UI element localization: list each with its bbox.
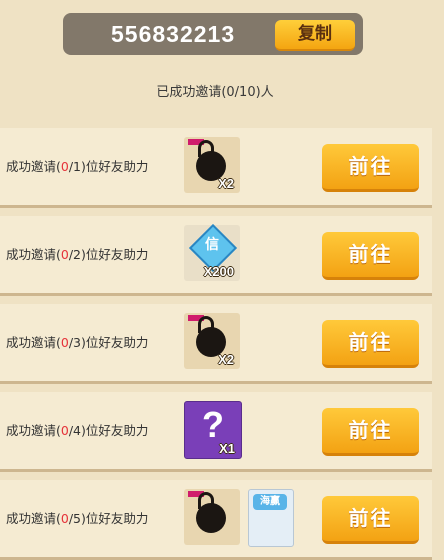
bomb-icon: X2 bbox=[184, 137, 240, 193]
row-label: 成功邀请(0/1)位好友助力 bbox=[6, 159, 149, 174]
reward-row: 成功邀请(0/3)位好友助力 X2 前往 bbox=[0, 304, 432, 384]
hero-card-icon: 海赢 bbox=[248, 489, 294, 547]
reward-row: 成功邀请(0/2)位好友助力 信 X200 前往 bbox=[0, 216, 432, 296]
item-quantity: X1 bbox=[219, 441, 235, 456]
row-label: 成功邀请(0/5)位好友助力 bbox=[6, 511, 149, 526]
hero-tag: 海赢 bbox=[253, 494, 287, 510]
bomb-icon bbox=[184, 489, 240, 545]
question-mark-icon: ? bbox=[202, 404, 224, 445]
go-button[interactable]: 前往 bbox=[322, 144, 419, 192]
row-label: 成功邀请(0/4)位好友助力 bbox=[6, 423, 149, 438]
invite-code: 556832213 bbox=[111, 21, 236, 47]
copy-button[interactable]: 复制 bbox=[275, 20, 355, 51]
go-button[interactable]: 前往 bbox=[322, 496, 419, 544]
item-quantity: X200 bbox=[203, 264, 234, 279]
item-quantity: X2 bbox=[218, 352, 234, 367]
gem-icon: 信 X200 bbox=[184, 223, 240, 281]
row-label: 成功邀请(0/3)位好友助力 bbox=[6, 335, 149, 350]
reward-row: 成功邀请(0/1)位好友助力 X2 前往 bbox=[0, 128, 432, 208]
row-label: 成功邀请(0/2)位好友助力 bbox=[6, 247, 149, 262]
go-button[interactable]: 前往 bbox=[322, 232, 419, 280]
invite-code-bar: 556832213 复制 bbox=[63, 13, 363, 55]
reward-row: 成功邀请(0/4)位好友助力 ? X1 前往 bbox=[0, 392, 432, 472]
invite-summary: 已成功邀请(0/10)人 bbox=[156, 85, 274, 100]
reward-row: 成功邀请(0/5)位好友助力 海赢 前往 bbox=[0, 480, 432, 560]
bomb-icon: X2 bbox=[184, 313, 240, 369]
gem-label: 信 bbox=[205, 237, 219, 253]
go-button[interactable]: 前往 bbox=[322, 408, 419, 456]
go-button[interactable]: 前往 bbox=[322, 320, 419, 368]
mystery-box-icon: ? X1 bbox=[184, 401, 242, 459]
item-quantity: X2 bbox=[218, 176, 234, 191]
